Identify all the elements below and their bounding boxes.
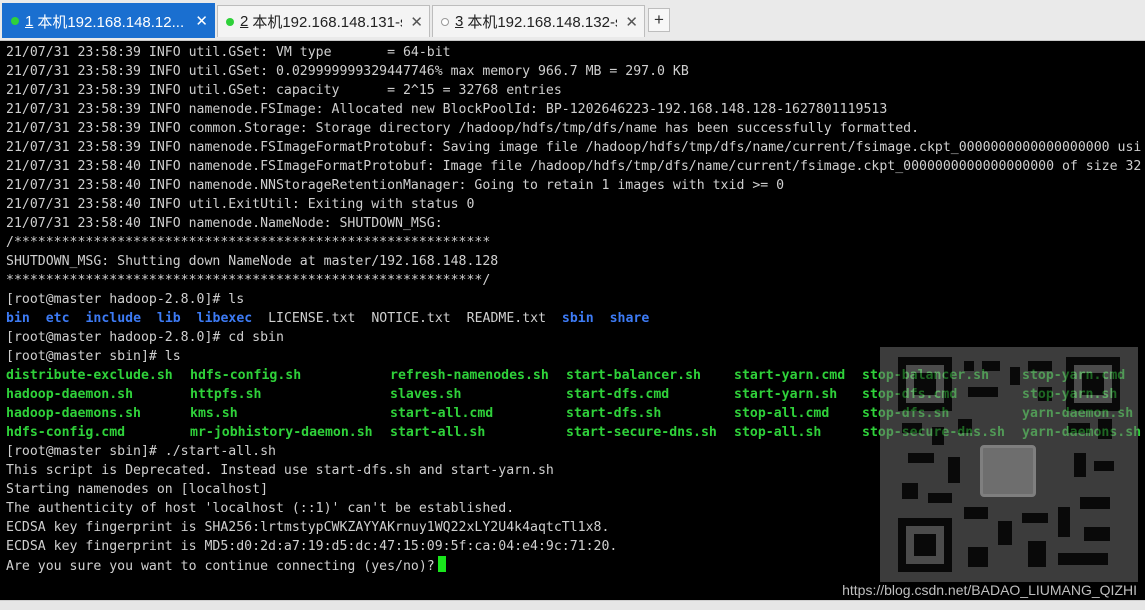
sbin-script: start-yarn.cmd <box>734 368 846 383</box>
status-bar <box>0 600 1145 610</box>
ls-entry: lib <box>156 311 181 326</box>
ls-entry: sbin <box>561 311 594 326</box>
ls-entry: include <box>85 311 142 326</box>
sbin-script: start-balancer.sh <box>566 368 701 383</box>
tab-bar: 1 本机192.168.148.12... ✕ 2 本机192.168.148.… <box>0 0 1145 41</box>
avatar <box>980 445 1036 497</box>
tab-session-3[interactable]: 3 本机192.168.148.132-s... ✕ <box>432 5 645 37</box>
session-status-icon <box>441 17 449 26</box>
session-status-icon <box>11 17 19 25</box>
log-line: 21/07/31 23:58:40 INFO namenode.NameNode… <box>6 216 443 231</box>
sbin-script: slaves.sh <box>390 387 462 402</box>
sbin-script: stop-all.cmd <box>734 406 830 421</box>
log-line: 21/07/31 23:58:39 INFO util.GSet: 0.0299… <box>6 64 689 79</box>
tab-number: 3 <box>455 13 464 30</box>
tab-session-2[interactable]: 2 本机192.168.148.131-s... ✕ <box>217 5 430 37</box>
log-lines: 21/07/31 23:58:39 INFO util.GSet: VM typ… <box>6 43 1145 290</box>
qr-code-overlay <box>880 347 1138 582</box>
sbin-script: distribute-exclude.sh <box>6 368 173 383</box>
tab-title: 本机192.168.148.131-s... <box>252 14 402 31</box>
log-line: SHUTDOWN_MSG: Shutting down NameNode at … <box>6 254 499 269</box>
sbin-script: hdfs-config.sh <box>190 368 302 383</box>
tab-title: 本机192.168.148.132-s... <box>467 14 617 31</box>
sbin-script: httpfs.sh <box>190 387 262 402</box>
sbin-script: mr-jobhistory-daemon.sh <box>190 425 373 440</box>
sbin-script: refresh-namenodes.sh <box>390 368 549 383</box>
log-line: 21/07/31 23:58:40 INFO namenode.FSImageF… <box>6 159 1142 174</box>
sbin-script: start-dfs.sh <box>566 406 662 421</box>
log-line: 21/07/31 23:58:40 INFO namenode.NNStorag… <box>6 178 785 193</box>
ls-entry: bin <box>6 311 30 326</box>
log-line: 21/07/31 23:58:39 INFO util.GSet: capaci… <box>6 83 562 98</box>
sbin-script: start-all.cmd <box>390 406 494 421</box>
sbin-script: stop-all.sh <box>734 425 822 440</box>
terminal-cursor <box>437 556 446 572</box>
ls-entry: LICENSE.txt <box>268 311 356 326</box>
log-line: 21/07/31 23:58:40 INFO util.ExitUtil: Ex… <box>6 197 475 212</box>
log-line: /***************************************… <box>6 235 491 250</box>
ls-entry: NOTICE.txt <box>371 311 451 326</box>
close-icon[interactable]: ✕ <box>625 13 638 31</box>
ls-entry: share <box>609 311 650 326</box>
ls-entry: README.txt <box>466 311 547 326</box>
watermark: https://blog.csdn.net/BADAO_LIUMANG_QIZH… <box>842 582 1137 598</box>
close-icon[interactable]: ✕ <box>195 12 208 30</box>
shell-prompt-cd: [root@master hadoop-2.8.0]# cd sbin <box>6 330 284 345</box>
sbin-script: start-dfs.cmd <box>566 387 670 402</box>
log-line: 21/07/31 23:58:39 INFO namenode.FSImageF… <box>6 140 1142 155</box>
sbin-script: start-secure-dns.sh <box>566 425 717 440</box>
log-line: ****************************************… <box>6 273 491 288</box>
log-line: 21/07/31 23:58:39 INFO util.GSet: VM typ… <box>6 45 451 60</box>
sbin-script: start-all.sh <box>390 425 486 440</box>
sbin-script: hadoop-daemons.sh <box>6 406 141 421</box>
tab-number: 2 <box>240 13 249 30</box>
ssh-confirm-text: Are you sure you want to continue connec… <box>6 559 435 574</box>
ls-entry: etc <box>45 311 70 326</box>
tab-number: 1 <box>25 12 34 30</box>
sbin-script: kms.sh <box>190 406 238 421</box>
ls-entry: libexec <box>196 311 253 326</box>
session-status-icon <box>226 17 234 26</box>
sbin-script: start-yarn.sh <box>734 387 838 402</box>
tab-title: 本机192.168.148.12... <box>37 13 185 31</box>
log-line: 21/07/31 23:58:39 INFO namenode.FSImage:… <box>6 102 888 117</box>
sbin-script: hdfs-config.cmd <box>6 425 126 440</box>
add-tab-button[interactable]: + <box>648 8 670 32</box>
log-line: 21/07/31 23:58:39 INFO common.Storage: S… <box>6 121 920 136</box>
shell-prompt-ls: [root@master hadoop-2.8.0]# ls <box>6 292 245 307</box>
close-icon[interactable]: ✕ <box>410 13 423 31</box>
ls-output-root: bin etc include lib libexec LICENSE.txt … <box>6 309 1145 328</box>
tab-session-1[interactable]: 1 本机192.168.148.12... ✕ <box>2 3 215 38</box>
sbin-script: hadoop-daemon.sh <box>6 387 134 402</box>
